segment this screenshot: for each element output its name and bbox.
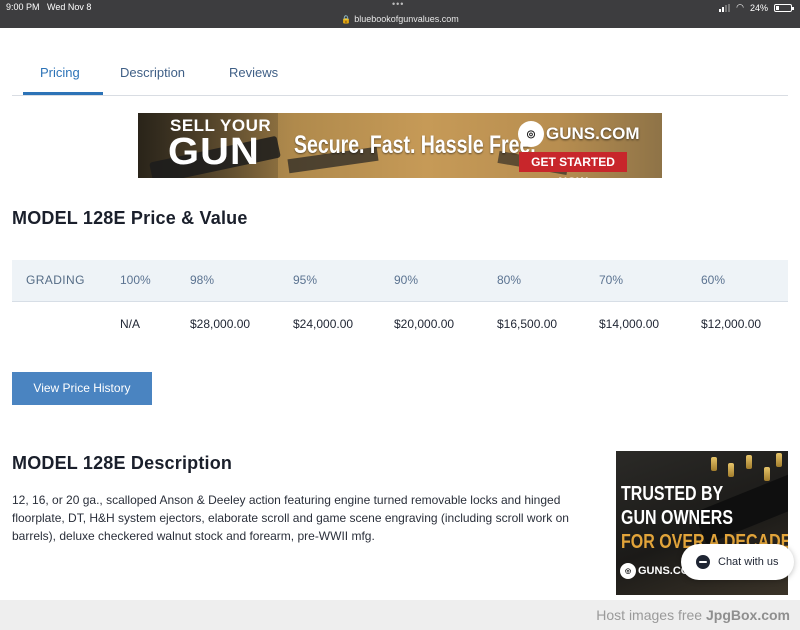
banner-ad[interactable]: SELL YOUR GUN Secure. Fast. Hassle Free.… bbox=[138, 113, 662, 178]
price-90: $20,000.00 bbox=[394, 317, 455, 331]
active-tab-indicator bbox=[23, 92, 103, 95]
signal-icon bbox=[719, 3, 731, 12]
description-text: 12, 16, or 20 ga., scalloped Anson & Dee… bbox=[12, 493, 569, 543]
footer-bar: Host images free JpgBox.com bbox=[0, 600, 800, 630]
more-dots-icon[interactable]: ••• bbox=[392, 0, 404, 9]
price-section-title: MODEL 128E Price & Value bbox=[12, 208, 248, 228]
price-table-header: GRADING 100% 98% 95% 90% 80% 70% 60% bbox=[12, 260, 788, 302]
price-100: N/A bbox=[120, 317, 141, 331]
guns-com-logo-icon: ◎ bbox=[518, 121, 544, 147]
shell-image bbox=[711, 457, 717, 471]
tab-pricing[interactable]: Pricing bbox=[40, 65, 80, 80]
status-time: 9:00 PM Wed Nov 8 bbox=[6, 2, 92, 12]
banner-tagline: Secure. Fast. Hassle Free. bbox=[294, 131, 536, 159]
price-70: $14,000.00 bbox=[599, 317, 660, 331]
price-95: $24,000.00 bbox=[293, 317, 354, 331]
watermark-brand: JpgBox.com bbox=[705, 607, 790, 623]
price-98: $28,000.00 bbox=[190, 317, 251, 331]
grade-60: 60% bbox=[701, 273, 726, 287]
price-80: $16,500.00 bbox=[497, 317, 558, 331]
banner-brand: GUNS.COM bbox=[546, 124, 640, 143]
chat-widget-button[interactable]: Chat with us bbox=[681, 544, 794, 580]
grade-100: 100% bbox=[120, 273, 151, 287]
tab-description[interactable]: Description bbox=[120, 65, 185, 80]
guns-com-logo-icon: ◎ bbox=[620, 563, 636, 579]
status-date: Wed Nov 8 bbox=[47, 2, 92, 12]
chat-label: Chat with us bbox=[718, 556, 779, 568]
chat-icon bbox=[696, 555, 710, 569]
grade-90: 90% bbox=[394, 273, 419, 287]
grade-95: 95% bbox=[293, 273, 318, 287]
battery-icon bbox=[774, 3, 794, 12]
grading-label: GRADING bbox=[26, 273, 85, 287]
tab-reviews[interactable]: Reviews bbox=[229, 65, 278, 80]
guns-com-logo: ◎ GUNS.COM bbox=[518, 121, 640, 147]
wifi-icon: ◠ bbox=[736, 2, 744, 12]
address-bar[interactable]: 🔒 bluebookofgunvalues.com bbox=[0, 14, 800, 24]
get-started-button[interactable]: GET STARTED NOW bbox=[519, 152, 627, 178]
lock-icon: 🔒 bbox=[341, 15, 352, 24]
shell-image bbox=[728, 463, 734, 477]
grade-98: 98% bbox=[190, 273, 215, 287]
status-indicators: ◠ 24% bbox=[719, 2, 794, 13]
url-text: bluebookofgunvalues.com bbox=[354, 14, 459, 24]
watermark-prefix: Host images free bbox=[596, 607, 706, 623]
description-section-title: MODEL 128E Description bbox=[12, 453, 233, 473]
side-ad-line1: TRUSTED BY bbox=[621, 483, 724, 505]
watermark: Host images free JpgBox.com bbox=[596, 607, 790, 623]
shell-image bbox=[776, 453, 782, 467]
tab-bar: Pricing Description Reviews bbox=[12, 52, 788, 96]
shell-image bbox=[764, 467, 770, 481]
shell-image bbox=[746, 455, 752, 469]
grade-80: 80% bbox=[497, 273, 522, 287]
price-table-row: N/A $28,000.00 $24,000.00 $20,000.00 $16… bbox=[12, 302, 788, 345]
side-ad-line2: GUN OWNERS bbox=[621, 507, 733, 529]
view-price-history-button[interactable]: View Price History bbox=[12, 372, 152, 405]
grade-70: 70% bbox=[599, 273, 624, 287]
battery-percent: 24% bbox=[749, 2, 768, 13]
status-bar: 9:00 PM Wed Nov 8 ••• 🔒 bluebookofgunvalu… bbox=[0, 0, 800, 28]
battery-fill bbox=[776, 5, 780, 10]
price-60: $12,000.00 bbox=[701, 317, 762, 331]
banner-line2: GUN bbox=[168, 131, 260, 173]
price-table: GRADING 100% 98% 95% 90% 80% 70% 60% N/A… bbox=[12, 260, 788, 345]
